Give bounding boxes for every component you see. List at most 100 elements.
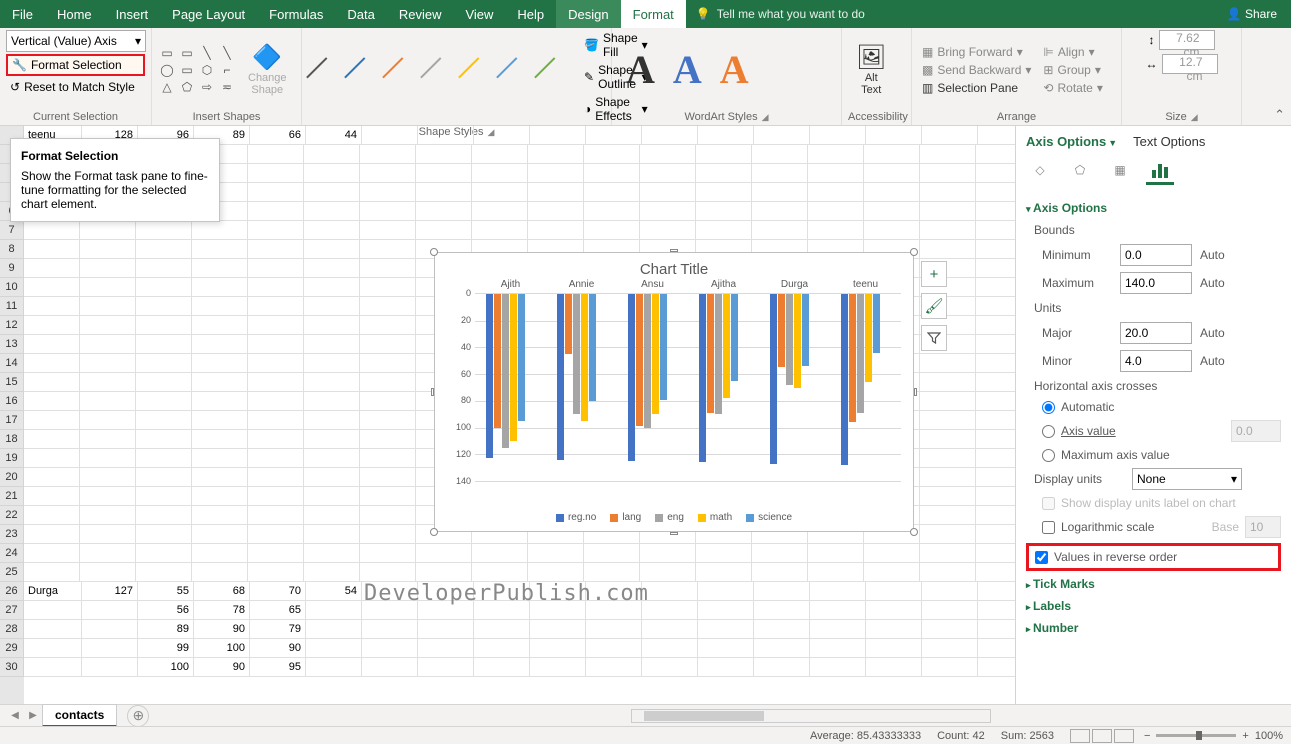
alt-text-icon: 🖼: [856, 43, 886, 72]
effects-icon[interactable]: ⬠: [1066, 157, 1094, 185]
tab-review[interactable]: Review: [387, 0, 454, 28]
values-reverse-order-check[interactable]: Values in reverse order: [1026, 543, 1281, 571]
send-backward-button[interactable]: ▩Send Backward ▾: [918, 62, 1035, 78]
send-backward-icon: ▩: [922, 63, 933, 77]
sheet-nav-prev[interactable]: ◀: [6, 710, 24, 721]
embedded-chart[interactable]: + 🖌 Chart Title AjithAnnieAnsuAjithaDurg…: [434, 252, 914, 532]
chart-styles-button[interactable]: 🖌: [921, 293, 947, 319]
chart-title[interactable]: Chart Title: [435, 253, 913, 282]
collapse-ribbon-icon[interactable]: ⌃: [1274, 107, 1285, 123]
bulb-icon: 💡: [696, 7, 711, 21]
units-minor-input[interactable]: [1120, 350, 1192, 372]
tab-pagelayout[interactable]: Page Layout: [160, 0, 257, 28]
log-scale-check[interactable]: Logarithmic scaleBase: [1026, 513, 1281, 541]
plot-area[interactable]: AjithAnnieAnsuAjithaDurgateenu 020406080…: [475, 293, 901, 481]
format-selection-tooltip: Format Selection Show the Format task pa…: [10, 138, 220, 222]
add-sheet-button[interactable]: ⊕: [127, 705, 149, 727]
zoom-in-button[interactable]: +: [1242, 730, 1248, 742]
rotate-button[interactable]: ⟲Rotate ▾: [1039, 80, 1106, 96]
tooltip-title: Format Selection: [21, 149, 209, 163]
selection-pane-button[interactable]: ▥Selection Pane: [918, 80, 1035, 96]
tab-format[interactable]: Format: [621, 0, 686, 28]
chart-element-dropdown[interactable]: Vertical (Value) Axis▾: [6, 30, 146, 52]
chart-filter-button[interactable]: [921, 325, 947, 351]
ribbon: Vertical (Value) Axis▾ 🔧Format Selection…: [0, 28, 1291, 126]
resize-handle[interactable]: [914, 388, 917, 396]
normal-view-button[interactable]: [1070, 729, 1090, 743]
zoom-slider[interactable]: [1156, 734, 1236, 737]
sheet-tab-contacts[interactable]: contacts: [42, 704, 117, 727]
height-icon: ↕: [1149, 33, 1155, 47]
resize-handle[interactable]: [910, 248, 918, 256]
resize-handle[interactable]: [430, 528, 438, 536]
axis-options-section[interactable]: Axis Options: [1026, 197, 1281, 219]
number-section[interactable]: Number: [1026, 617, 1281, 639]
resize-handle[interactable]: [670, 249, 678, 252]
width-icon: ↔: [1146, 57, 1158, 71]
group-icon: ⊞: [1043, 63, 1053, 77]
tab-file[interactable]: File: [0, 0, 45, 28]
resize-handle[interactable]: [431, 388, 434, 396]
fill-line-icon[interactable]: ◇: [1026, 157, 1054, 185]
group-label: Arrange: [918, 109, 1115, 125]
status-bar: Average: 85.43333333 Count: 42 Sum: 2563…: [0, 726, 1291, 744]
axis-options-icon[interactable]: [1146, 157, 1174, 185]
tab-formulas[interactable]: Formulas: [257, 0, 335, 28]
axis-options-tab[interactable]: Axis Options▼: [1026, 134, 1117, 149]
shapes-gallery[interactable]: ▭▭╲╲ ◯▭⬡⌐ △⬠⇨≂: [158, 45, 236, 95]
units-label: Units: [1026, 297, 1281, 319]
bring-forward-button[interactable]: ▦Bring Forward ▾: [918, 44, 1035, 60]
labels-section[interactable]: Labels: [1026, 595, 1281, 617]
format-selection-button[interactable]: 🔧Format Selection: [6, 54, 145, 76]
effects-icon: ◑: [584, 102, 591, 116]
format-axis-pane: Axis Options▼ Text Options ◇ ⬠ ▦ Axis Op…: [1015, 126, 1291, 704]
chart-add-element-button[interactable]: +: [921, 261, 947, 287]
tab-help[interactable]: Help: [505, 0, 556, 28]
page-layout-view-button[interactable]: [1092, 729, 1112, 743]
resize-handle[interactable]: [670, 532, 678, 535]
group-button[interactable]: ⊞Group ▾: [1039, 62, 1106, 78]
wordart-gallery[interactable]: AAA: [618, 46, 757, 93]
selection-pane-icon: ▥: [922, 81, 933, 95]
reset-match-style-button[interactable]: ↺Reset to Match Style: [6, 78, 145, 96]
group-label: WordArt Styles: [684, 109, 757, 125]
watermark: DeveloperPublish.com: [364, 581, 649, 606]
tab-view[interactable]: View: [453, 0, 505, 28]
width-input[interactable]: 12.7 cm: [1162, 54, 1218, 74]
text-options-tab[interactable]: Text Options: [1133, 134, 1205, 149]
align-button[interactable]: ⊫Align ▾: [1039, 44, 1106, 60]
ribbon-tabs: File Home Insert Page Layout Formulas Da…: [0, 0, 1291, 28]
tooltip-body: Show the Format task pane to fine-tune f…: [21, 169, 209, 211]
height-input[interactable]: 7.62 cm: [1159, 30, 1215, 50]
change-shape-button[interactable]: 🔷Change Shape: [240, 39, 295, 100]
tab-data[interactable]: Data: [335, 0, 386, 28]
chart-legend[interactable]: reg.nolangengmathscience: [435, 512, 913, 523]
zoom-level[interactable]: 100%: [1255, 730, 1283, 742]
crosses-automatic-radio[interactable]: Automatic: [1026, 397, 1281, 417]
shape-styles-gallery[interactable]: [308, 59, 572, 95]
display-units-select[interactable]: None▾: [1132, 468, 1242, 490]
crosses-axisvalue-radio[interactable]: Axis value: [1026, 417, 1281, 445]
units-major-input[interactable]: [1120, 322, 1192, 344]
alt-text-button[interactable]: 🖼Alt Text: [848, 39, 894, 100]
resize-handle[interactable]: [910, 528, 918, 536]
tab-design[interactable]: Design: [556, 0, 620, 28]
tell-me[interactable]: 💡Tell me what you want to do: [696, 0, 865, 28]
crosses-maxvalue-radio[interactable]: Maximum axis value: [1026, 445, 1281, 465]
page-break-view-button[interactable]: [1114, 729, 1134, 743]
horizontal-scrollbar[interactable]: [631, 709, 991, 723]
tab-home[interactable]: Home: [45, 0, 104, 28]
tick-marks-section[interactable]: Tick Marks: [1026, 573, 1281, 595]
dialog-launcher-icon[interactable]: ◢: [762, 112, 769, 123]
align-icon: ⊫: [1043, 45, 1053, 59]
tab-insert[interactable]: Insert: [104, 0, 161, 28]
status-count: Count: 42: [937, 730, 985, 742]
zoom-out-button[interactable]: −: [1144, 730, 1150, 742]
bounds-max-input[interactable]: [1120, 272, 1192, 294]
dialog-launcher-icon[interactable]: ◢: [1191, 112, 1198, 123]
share-button[interactable]: 👤 Share: [1213, 0, 1291, 28]
bounds-min-input[interactable]: [1120, 244, 1192, 266]
resize-handle[interactable]: [430, 248, 438, 256]
sheet-nav-next[interactable]: ▶: [24, 710, 42, 721]
size-props-icon[interactable]: ▦: [1106, 157, 1134, 185]
